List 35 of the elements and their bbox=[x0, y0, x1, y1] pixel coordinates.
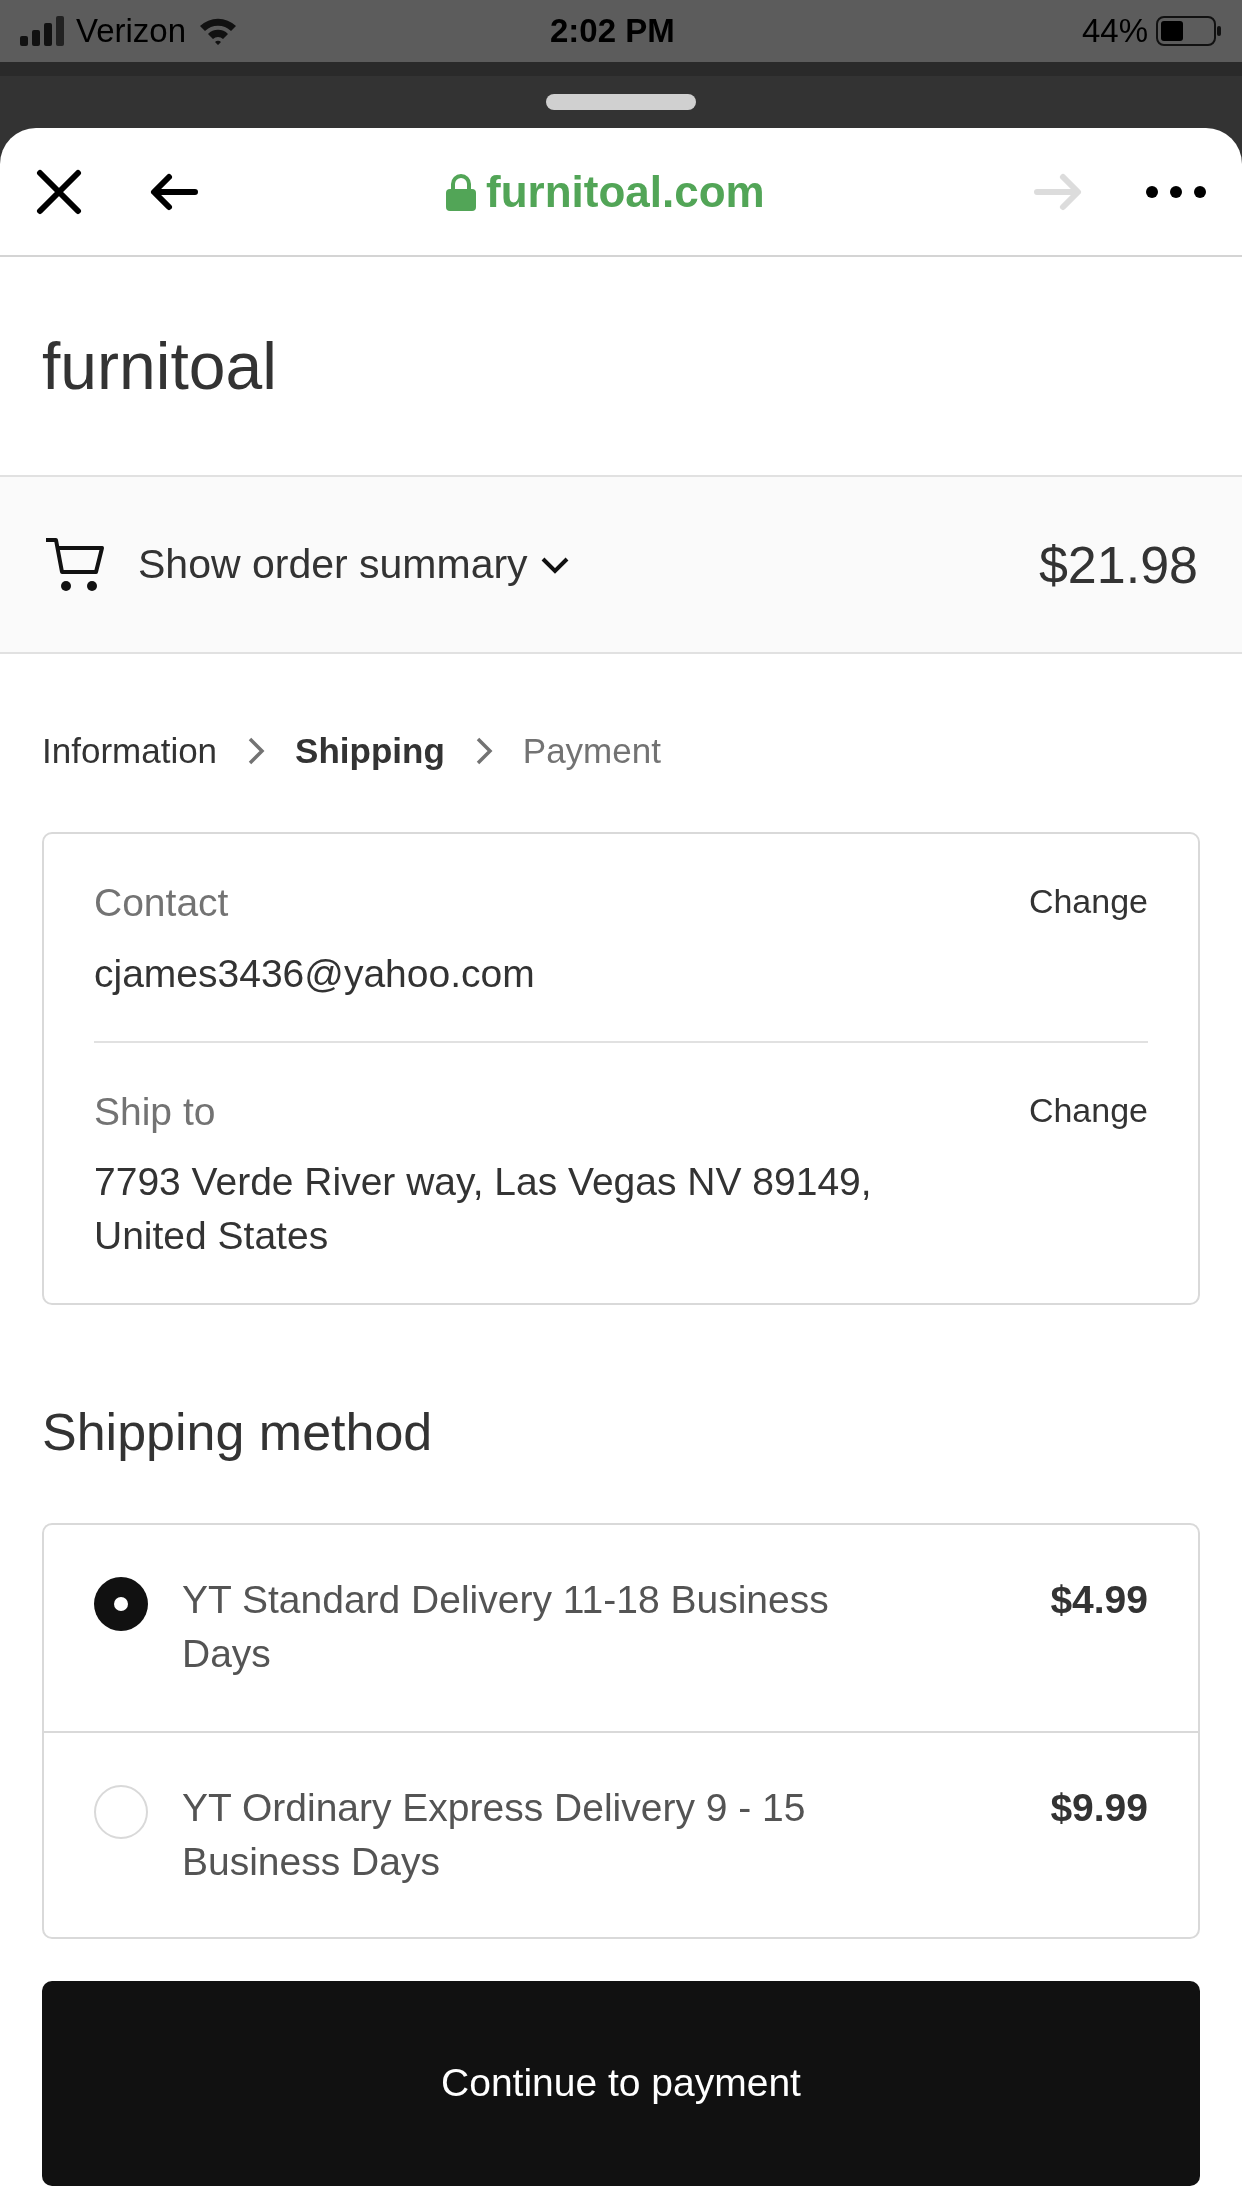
cart-icon bbox=[44, 535, 106, 594]
more-icon bbox=[1145, 184, 1207, 199]
breadcrumb-step: Payment bbox=[522, 724, 661, 778]
breadcrumb-step[interactable]: Information bbox=[42, 724, 218, 778]
breadcrumb-step[interactable]: Shipping bbox=[295, 724, 445, 778]
option-price: $9.99 bbox=[1050, 1785, 1148, 1831]
change-link[interactable]: Change bbox=[1028, 1084, 1148, 1136]
shipping-option[interactable]: YT Ordinary Express Delivery 9 - 15 Business Days $9.99 bbox=[44, 1731, 1198, 1937]
option-label: YT Ordinary Express Delivery 9 - 15 Business Days bbox=[182, 1785, 807, 1885]
shipping-option[interactable]: YT Standard Delivery 11-18 Business Days $4.99 bbox=[44, 1525, 1198, 1731]
store-name: furnitoal bbox=[42, 327, 277, 405]
review-label: Contact bbox=[94, 880, 230, 926]
section-heading: Shipping method bbox=[41, 1402, 434, 1463]
battery-percent: 44% bbox=[1081, 11, 1148, 52]
signal-icon bbox=[20, 16, 66, 46]
option-label: YT Standard Delivery 11-18 Business Days bbox=[182, 1577, 830, 1677]
battery-icon bbox=[1156, 16, 1222, 46]
radio-button[interactable] bbox=[94, 1785, 148, 1839]
order-total: $21.98 bbox=[1038, 534, 1198, 596]
review-value: cjames3436@yahoo.com bbox=[94, 950, 536, 997]
sheet-grabber[interactable] bbox=[546, 94, 696, 110]
radio-button[interactable] bbox=[94, 1577, 148, 1631]
continue-button[interactable]: Continue to payment bbox=[42, 1981, 1200, 2186]
wifi-icon bbox=[198, 16, 239, 46]
lock-icon bbox=[446, 172, 476, 211]
carrier-name: Verizon bbox=[76, 11, 187, 52]
chevron-right-icon bbox=[474, 736, 493, 766]
change-link[interactable]: Change bbox=[1028, 876, 1148, 927]
clock-time: 2:02 PM bbox=[550, 11, 675, 52]
review-value: 7793 Verde River way, Las Vegas NV 89149, United States bbox=[94, 1159, 873, 1259]
order-summary-toggle[interactable]: Show order summary bbox=[138, 533, 528, 596]
order-summary-bar[interactable]: Show order summary $21.98 bbox=[0, 477, 1242, 654]
review-label: Ship to bbox=[94, 1088, 217, 1135]
chevron-right-icon bbox=[247, 736, 266, 766]
option-price: $4.99 bbox=[1050, 1577, 1148, 1623]
